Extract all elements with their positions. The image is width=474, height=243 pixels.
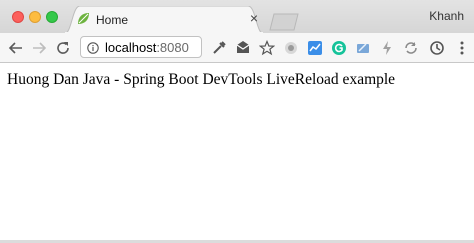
eyedropper-icon[interactable] bbox=[211, 40, 227, 56]
profile-name[interactable]: Khanh bbox=[429, 9, 464, 23]
page-body-text: Huong Dan Java - Spring Boot DevTools Li… bbox=[7, 71, 396, 88]
sync-icon[interactable] bbox=[403, 40, 419, 56]
address-port: :8080 bbox=[156, 40, 189, 55]
grammarly-icon[interactable] bbox=[331, 40, 347, 56]
mail-icon[interactable] bbox=[235, 40, 251, 56]
toolbar: localhost:8080 bbox=[0, 33, 474, 63]
reload-icon[interactable] bbox=[54, 39, 72, 57]
forward-arrow-icon[interactable] bbox=[30, 39, 48, 57]
menu-icon[interactable] bbox=[454, 40, 470, 56]
chart-icon[interactable] bbox=[307, 40, 323, 56]
tab-background bbox=[64, 6, 264, 34]
tab-close-button[interactable]: × bbox=[248, 11, 260, 25]
title-bar: Home × Khanh bbox=[0, 0, 474, 34]
circle-icon[interactable] bbox=[283, 40, 299, 56]
browser-window: Home × Khanh localhost:8080 Huong Dan Ja… bbox=[0, 0, 474, 243]
new-tab-button[interactable] bbox=[268, 13, 300, 31]
address-bar[interactable]: localhost:8080 bbox=[80, 36, 202, 58]
window-close-button[interactable] bbox=[12, 11, 24, 23]
star-icon[interactable] bbox=[258, 39, 276, 56]
tab-title: Home bbox=[96, 13, 129, 27]
page-content: Huong Dan Java - Spring Boot DevTools Li… bbox=[0, 63, 474, 243]
history-icon[interactable] bbox=[429, 40, 445, 56]
window-maximize-button[interactable] bbox=[46, 11, 58, 23]
spring-leaf-icon bbox=[76, 12, 90, 26]
lightning-icon[interactable] bbox=[379, 40, 395, 56]
back-arrow-icon[interactable] bbox=[7, 39, 25, 57]
info-icon[interactable] bbox=[87, 41, 99, 54]
window-minimize-button[interactable] bbox=[29, 11, 41, 23]
address-text[interactable]: localhost:8080 bbox=[105, 40, 189, 55]
address-host: localhost bbox=[105, 40, 157, 55]
pencil-icon[interactable] bbox=[355, 40, 371, 56]
tab-home[interactable]: Home × bbox=[64, 6, 264, 34]
